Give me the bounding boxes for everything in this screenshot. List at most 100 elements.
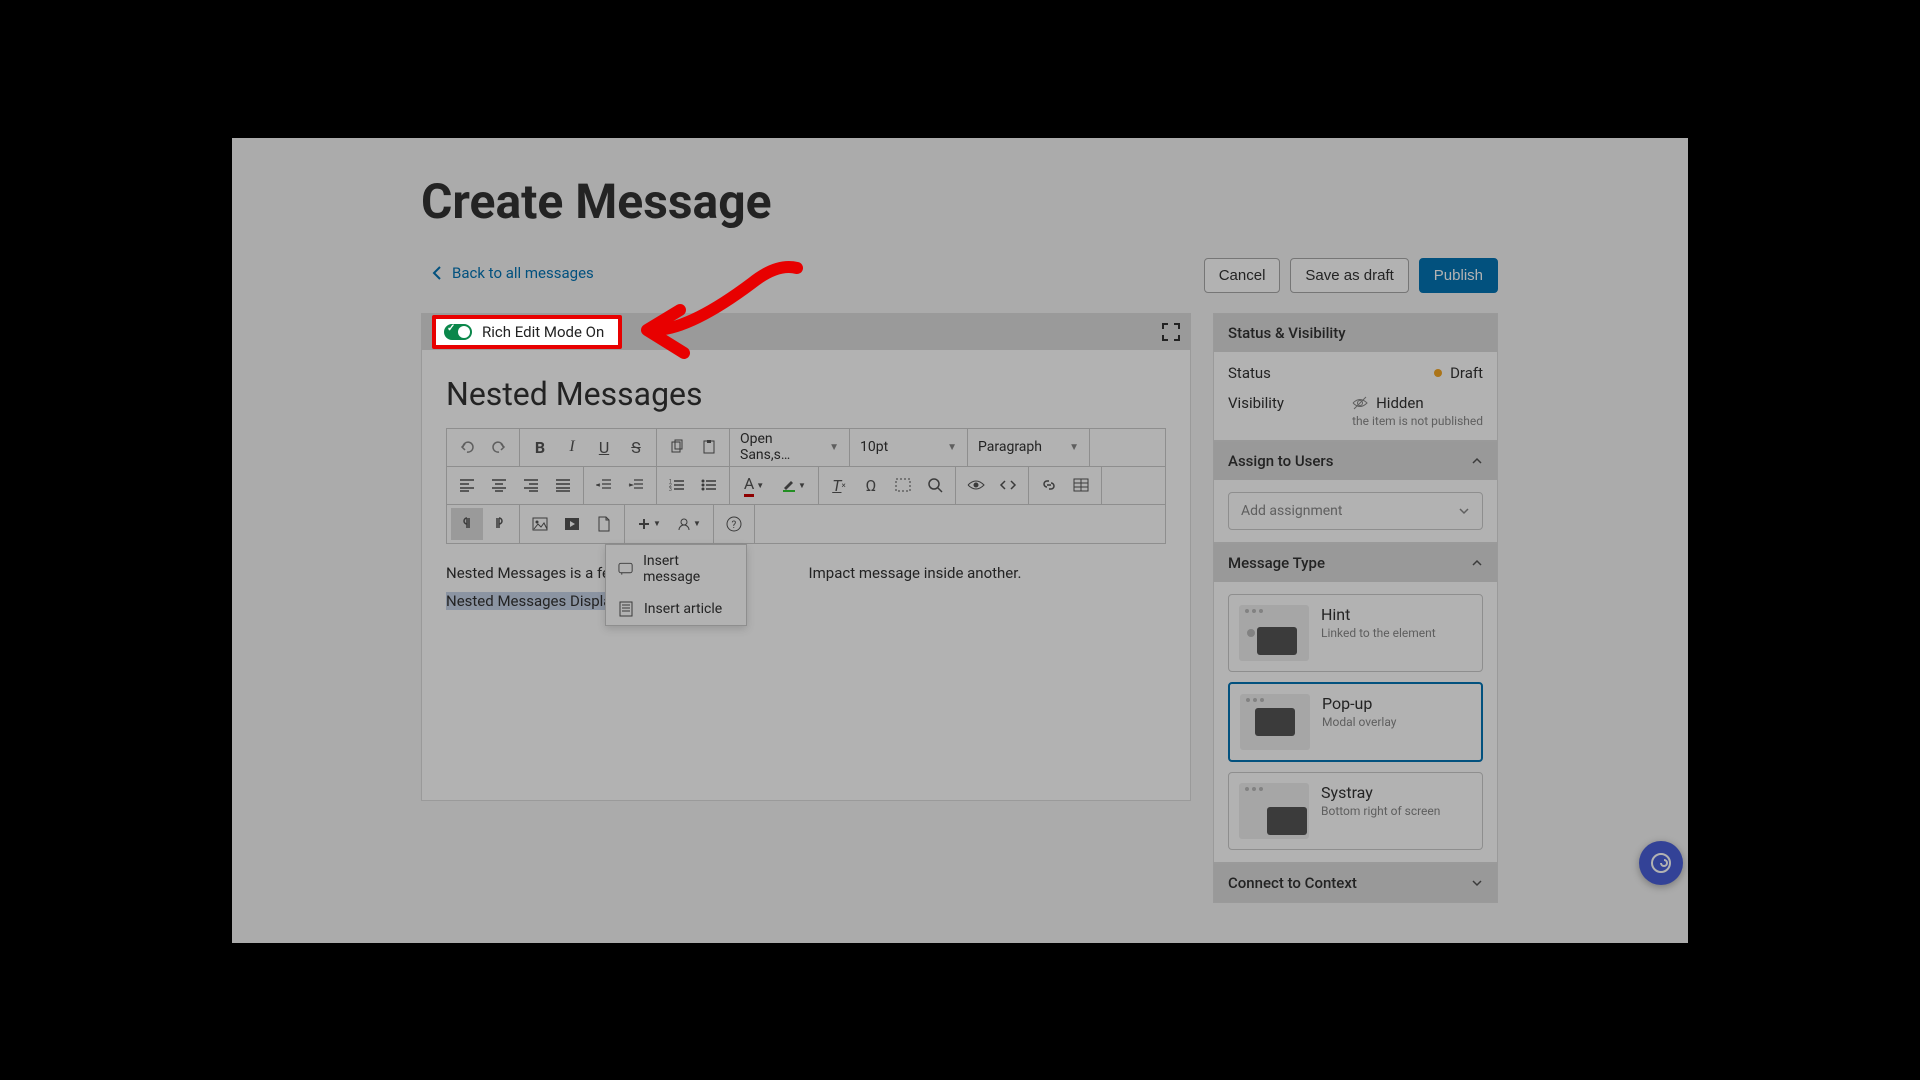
align-left-button[interactable] (451, 469, 483, 501)
back-link[interactable]: Back to all messages (432, 264, 594, 282)
popup-desc: Modal overlay (1322, 715, 1396, 729)
status-visibility-panel: Status & Visibility Status Draft Visibil… (1213, 313, 1498, 441)
special-char-button[interactable]: Ω (855, 469, 887, 501)
insert-article-label: Insert article (644, 601, 722, 617)
italic-button[interactable]: I (556, 431, 588, 463)
message-type-popup[interactable]: Pop-up Modal overlay (1228, 682, 1483, 762)
article-icon (618, 601, 634, 617)
status-value: Draft (1450, 364, 1483, 382)
visibility-label: Visibility (1228, 394, 1284, 412)
add-assignment-select[interactable]: Add assignment (1228, 492, 1483, 530)
insert-message-item[interactable]: Insert message (606, 545, 746, 593)
status-label: Status (1228, 364, 1271, 382)
underline-button[interactable]: U (588, 431, 620, 463)
back-link-label: Back to all messages (452, 264, 594, 282)
user-button[interactable]: ▼ (669, 508, 709, 540)
sidebar: Status & Visibility Status Draft Visibil… (1213, 313, 1498, 903)
chevron-left-icon (432, 266, 442, 280)
systray-thumb-icon (1239, 783, 1309, 839)
editor-body[interactable]: Nested Messages is a feature th Impact m… (422, 544, 1190, 800)
align-right-button[interactable] (515, 469, 547, 501)
ordered-list-button[interactable]: 123 (661, 469, 693, 501)
body-text-1b: Impact message inside another. (809, 564, 1022, 582)
search-button[interactable] (919, 469, 951, 501)
status-visibility-header: Status & Visibility (1214, 314, 1497, 352)
block-format-select[interactable]: Paragraph▼ (968, 429, 1090, 466)
assign-header-label: Assign to Users (1228, 452, 1333, 470)
chevron-down-icon (1458, 505, 1470, 517)
body-text-selected: Nested Messages Display (446, 592, 618, 610)
redo-button[interactable] (483, 431, 515, 463)
toggle-switch-icon (444, 324, 472, 340)
connect-header-label: Connect to Context (1228, 874, 1357, 892)
message-type-systray[interactable]: Systray Bottom right of screen (1228, 772, 1483, 850)
page-title: Create Message (421, 173, 772, 230)
publish-button[interactable]: Publish (1419, 258, 1498, 293)
image-button[interactable] (524, 508, 556, 540)
rtl-button[interactable] (483, 508, 515, 540)
bold-button[interactable]: B (524, 431, 556, 463)
select-all-button[interactable] (887, 469, 919, 501)
popup-thumb-icon (1240, 694, 1310, 750)
preview-button[interactable] (960, 469, 992, 501)
indent-button[interactable] (620, 469, 652, 501)
message-type-header-label: Message Type (1228, 554, 1325, 572)
editor-header: Rich Edit Mode On (422, 314, 1190, 350)
message-type-hint[interactable]: Hint Linked to the element (1228, 594, 1483, 672)
strikethrough-button[interactable]: S (620, 431, 652, 463)
file-button[interactable] (588, 508, 620, 540)
unordered-list-button[interactable] (693, 469, 725, 501)
paste-button[interactable] (693, 431, 725, 463)
link-button[interactable] (1033, 469, 1065, 501)
eye-off-icon (1352, 395, 1368, 411)
help-bubble-icon (1650, 852, 1672, 874)
chevron-up-icon (1471, 455, 1483, 467)
visibility-value: Hidden (1376, 394, 1424, 412)
systray-title: Systray (1321, 783, 1440, 802)
undo-button[interactable] (451, 431, 483, 463)
ltr-button[interactable] (451, 508, 483, 540)
editor-title-area[interactable]: Nested Messages (422, 350, 1190, 428)
align-center-button[interactable] (483, 469, 515, 501)
connect-header[interactable]: Connect to Context (1214, 864, 1497, 902)
font-size-value: 10pt (860, 439, 888, 455)
message-type-header[interactable]: Message Type (1214, 544, 1497, 582)
expand-icon[interactable] (1162, 323, 1180, 341)
clear-format-button[interactable]: T× (823, 469, 855, 501)
message-icon (618, 561, 633, 577)
editor-toolbar: B I U S Open Sans,s…▼ 10pt▼ Paragraph▼ (446, 428, 1166, 544)
rich-edit-label: Rich Edit Mode On (482, 323, 604, 341)
svg-text:3: 3 (669, 487, 672, 492)
insert-message-label: Insert message (643, 553, 734, 585)
hint-thumb-icon (1239, 605, 1309, 661)
help-button[interactable]: ? (718, 508, 750, 540)
hint-desc: Linked to the element (1321, 626, 1436, 640)
hint-title: Hint (1321, 605, 1436, 624)
status-dot-icon (1434, 369, 1442, 377)
connect-panel: Connect to Context (1213, 863, 1498, 903)
message-title: Nested Messages (446, 375, 1166, 413)
assignment-placeholder: Add assignment (1241, 503, 1342, 519)
align-justify-button[interactable] (547, 469, 579, 501)
text-color-button[interactable]: A ▼ (734, 469, 774, 501)
chevron-down-icon (1471, 877, 1483, 889)
insert-plus-button[interactable]: ▼ (629, 508, 669, 540)
svg-text:?: ? (732, 520, 737, 531)
code-view-button[interactable] (992, 469, 1024, 501)
highlight-color-button[interactable]: ▼ (774, 469, 814, 501)
cancel-button[interactable]: Cancel (1204, 258, 1281, 293)
visibility-note: the item is not published (1352, 414, 1483, 428)
block-format-value: Paragraph (978, 439, 1042, 455)
chevron-up-icon (1471, 557, 1483, 569)
copy-button[interactable] (661, 431, 693, 463)
help-bubble-button[interactable] (1639, 841, 1683, 885)
insert-article-item[interactable]: Insert article (606, 593, 746, 625)
outdent-button[interactable] (588, 469, 620, 501)
video-button[interactable] (556, 508, 588, 540)
assign-header[interactable]: Assign to Users (1214, 442, 1497, 480)
font-family-select[interactable]: Open Sans,s…▼ (730, 429, 850, 466)
font-size-select[interactable]: 10pt▼ (850, 429, 968, 466)
table-button[interactable] (1065, 469, 1097, 501)
rich-edit-toggle[interactable]: Rich Edit Mode On (432, 315, 622, 349)
save-draft-button[interactable]: Save as draft (1290, 258, 1408, 293)
